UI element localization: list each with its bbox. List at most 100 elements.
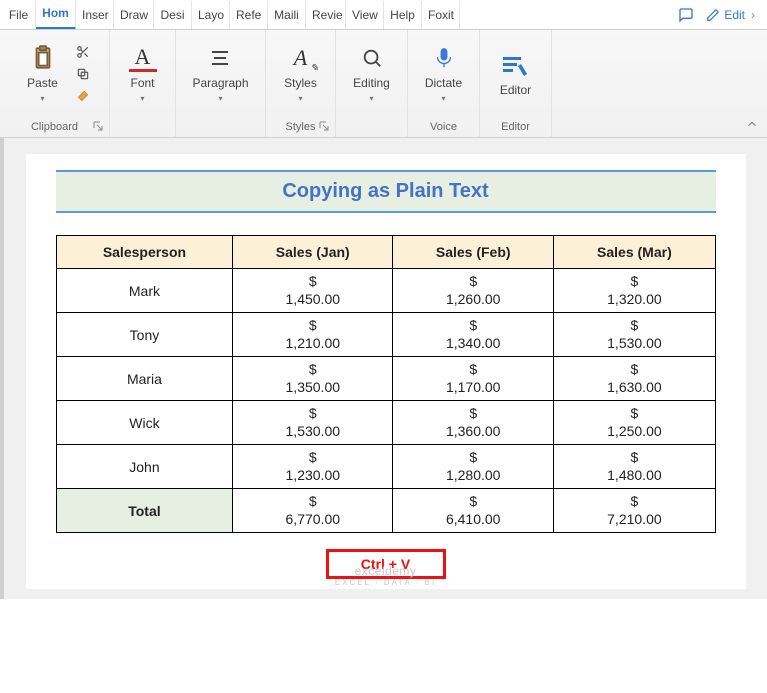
cell-total-label: Total	[56, 489, 233, 533]
paste-button[interactable]: Paste ▾	[18, 42, 68, 105]
cell-name: John	[56, 445, 233, 489]
pencil-icon	[706, 8, 720, 22]
dictate-button[interactable]: Dictate ▾	[419, 42, 469, 105]
table-header-row: Salesperson Sales (Jan) Sales (Feb) Sale…	[56, 236, 715, 269]
cell-feb: $1,340.00	[393, 313, 554, 357]
ribbon-body: Paste ▾ Clipboard	[0, 30, 767, 138]
tab-help[interactable]: Help	[384, 1, 422, 29]
editing-label: Editing	[353, 76, 390, 90]
document-page: Copying as Plain Text Salesperson Sales …	[26, 154, 746, 589]
paragraph-icon	[206, 44, 234, 72]
group-editing: Editing ▾	[336, 30, 408, 137]
paintbrush-icon	[76, 89, 90, 103]
tab-draw[interactable]: Draw	[114, 1, 154, 29]
cell-total-feb: $6,410.00	[393, 489, 554, 533]
clipboard-launcher[interactable]	[91, 119, 105, 133]
font-icon: A	[129, 44, 157, 72]
cell-total-jan: $6,770.00	[233, 489, 393, 533]
group-clipboard-label: Clipboard	[31, 121, 78, 133]
table-row: Mark$1,450.00$1,260.00$1,320.00	[56, 269, 715, 313]
edit-mode-button[interactable]: Edit	[700, 8, 751, 22]
styles-label: Styles	[284, 76, 317, 90]
tab-references[interactable]: Refe	[230, 1, 268, 29]
launcher-icon	[93, 121, 103, 131]
cell-jan: $1,350.00	[233, 357, 393, 401]
scissors-icon	[76, 45, 90, 59]
styles-icon: A✎	[287, 44, 315, 72]
tab-design[interactable]: Desi	[154, 1, 192, 29]
table-row: Wick$1,530.00$1,360.00$1,250.00	[56, 401, 715, 445]
comments-button[interactable]	[672, 1, 700, 29]
editing-button[interactable]: Editing ▾	[347, 42, 397, 105]
group-paragraph: Paragraph ▾	[176, 30, 266, 137]
chevron-down-icon: ▾	[298, 94, 302, 103]
format-painter-button[interactable]	[74, 87, 92, 105]
paragraph-button[interactable]: Paragraph ▾	[186, 42, 254, 105]
tabs-overflow-icon[interactable]: ›	[751, 8, 765, 22]
cell-jan: $1,230.00	[233, 445, 393, 489]
cell-jan: $1,450.00	[233, 269, 393, 313]
col-mar: Sales (Mar)	[554, 236, 715, 269]
chevron-down-icon: ▾	[369, 94, 373, 103]
col-feb: Sales (Feb)	[393, 236, 554, 269]
cell-total-mar: $7,210.00	[554, 489, 715, 533]
search-icon	[358, 44, 386, 72]
cell-jan: $1,530.00	[233, 401, 393, 445]
cell-name: Mark	[56, 269, 233, 313]
group-voice-label: Voice	[430, 121, 457, 133]
tab-insert[interactable]: Inser	[76, 1, 114, 29]
font-button[interactable]: A Font ▾	[118, 42, 168, 105]
cell-mar: $1,630.00	[554, 357, 715, 401]
cell-mar: $1,480.00	[554, 445, 715, 489]
dictate-label: Dictate	[425, 76, 462, 90]
editor-label: Editor	[500, 83, 531, 97]
font-label: Font	[130, 76, 154, 90]
tab-view[interactable]: View	[346, 1, 384, 29]
col-salesperson: Salesperson	[56, 236, 233, 269]
page-title: Copying as Plain Text	[56, 170, 716, 213]
styles-button[interactable]: A✎ Styles ▾	[276, 42, 326, 105]
cell-jan: $1,210.00	[233, 313, 393, 357]
clipboard-icon	[29, 44, 57, 72]
group-voice: Dictate ▾ Voice	[408, 30, 480, 137]
chevron-down-icon: ▾	[218, 94, 222, 103]
tab-file[interactable]: File	[2, 1, 36, 29]
watermark-sub: EXCEL · DATA · BI	[335, 578, 436, 587]
ribbon-tabs: File Hom Inser Draw Desi Layo Refe Maili…	[0, 0, 767, 30]
paragraph-label: Paragraph	[192, 76, 248, 90]
tab-review[interactable]: Revie	[306, 1, 346, 29]
tab-foxit[interactable]: Foxit	[422, 1, 460, 29]
cell-feb: $1,280.00	[393, 445, 554, 489]
sales-table: Salesperson Sales (Jan) Sales (Feb) Sale…	[56, 235, 716, 533]
cut-button[interactable]	[74, 43, 92, 61]
editor-icon	[502, 51, 530, 79]
cell-mar: $1,250.00	[554, 401, 715, 445]
cell-feb: $1,170.00	[393, 357, 554, 401]
table-row: Maria$1,350.00$1,170.00$1,630.00	[56, 357, 715, 401]
table-row: Tony$1,210.00$1,340.00$1,530.00	[56, 313, 715, 357]
styles-launcher[interactable]	[317, 119, 331, 133]
group-editor: Editor Editor	[480, 30, 552, 137]
copy-icon	[76, 67, 90, 81]
editor-button[interactable]: Editor	[491, 49, 541, 99]
group-styles: A✎ Styles ▾ Styles	[266, 30, 336, 137]
cell-feb: $1,360.00	[393, 401, 554, 445]
group-font: A Font ▾	[110, 30, 176, 137]
group-clipboard: Paste ▾ Clipboard	[0, 30, 110, 137]
col-jan: Sales (Jan)	[233, 236, 393, 269]
table-row: John$1,230.00$1,280.00$1,480.00	[56, 445, 715, 489]
chevron-down-icon: ▾	[441, 94, 445, 103]
tab-mailings[interactable]: Maili	[268, 1, 306, 29]
table-total-row: Total$6,770.00$6,410.00$7,210.00	[56, 489, 715, 533]
copy-button[interactable]	[74, 65, 92, 83]
document-area: Copying as Plain Text Salesperson Sales …	[0, 138, 767, 599]
collapse-ribbon-button[interactable]	[737, 30, 767, 137]
tab-home[interactable]: Hom	[36, 0, 76, 30]
launcher-icon	[319, 121, 329, 131]
chevron-down-icon: ▾	[40, 94, 44, 103]
cell-name: Maria	[56, 357, 233, 401]
tab-layout[interactable]: Layo	[192, 1, 230, 29]
group-styles-label: Styles	[286, 121, 316, 133]
microphone-icon	[430, 44, 458, 72]
chevron-up-icon	[745, 117, 759, 131]
